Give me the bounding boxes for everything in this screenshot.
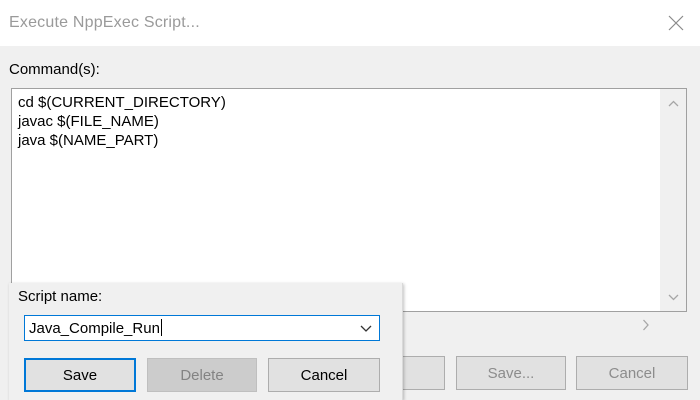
script-name-combobox[interactable]: Java_Compile_Run xyxy=(24,315,380,341)
close-button[interactable] xyxy=(652,0,700,46)
vertical-scrollbar[interactable] xyxy=(660,89,686,311)
underlying-save-button[interactable]: Save... xyxy=(456,356,566,390)
delete-button-label: Delete xyxy=(180,366,224,384)
scroll-right-icon[interactable] xyxy=(642,319,650,331)
underlying-ok-button[interactable] xyxy=(398,356,445,390)
title-bar: Execute NppExec Script... xyxy=(0,0,700,46)
scroll-down-icon[interactable] xyxy=(668,294,679,301)
script-name-popup: Script name: Java_Compile_Run Save Delet… xyxy=(9,283,403,400)
delete-button[interactable]: Delete xyxy=(147,358,257,392)
commands-text: cd $(CURRENT_DIRECTORY) javac $(FILE_NAM… xyxy=(18,94,226,149)
underlying-save-label: Save... xyxy=(487,364,535,382)
close-icon xyxy=(668,15,684,31)
script-name-value: Java_Compile_Run xyxy=(29,320,160,337)
commands-label: Command(s): xyxy=(9,61,100,78)
dropdown-button[interactable] xyxy=(353,316,379,340)
underlying-cancel-label: Cancel xyxy=(608,364,656,382)
commands-textarea[interactable]: cd $(CURRENT_DIRECTORY) javac $(FILE_NAM… xyxy=(11,88,687,312)
scroll-up-icon[interactable] xyxy=(668,100,679,107)
save-button[interactable]: Save xyxy=(24,358,136,392)
underlying-cancel-button[interactable]: Cancel xyxy=(576,356,688,390)
cancel-button[interactable]: Cancel xyxy=(268,358,380,392)
chevron-down-icon xyxy=(360,325,372,332)
window-title: Execute NppExec Script... xyxy=(9,14,200,31)
save-button-label: Save xyxy=(62,366,98,384)
horizontal-scrollbar[interactable] xyxy=(400,313,662,337)
cancel-button-label: Cancel xyxy=(300,366,348,384)
script-name-input[interactable]: Java_Compile_Run xyxy=(29,319,162,337)
text-caret xyxy=(160,319,162,336)
script-name-label: Script name: xyxy=(18,288,103,305)
